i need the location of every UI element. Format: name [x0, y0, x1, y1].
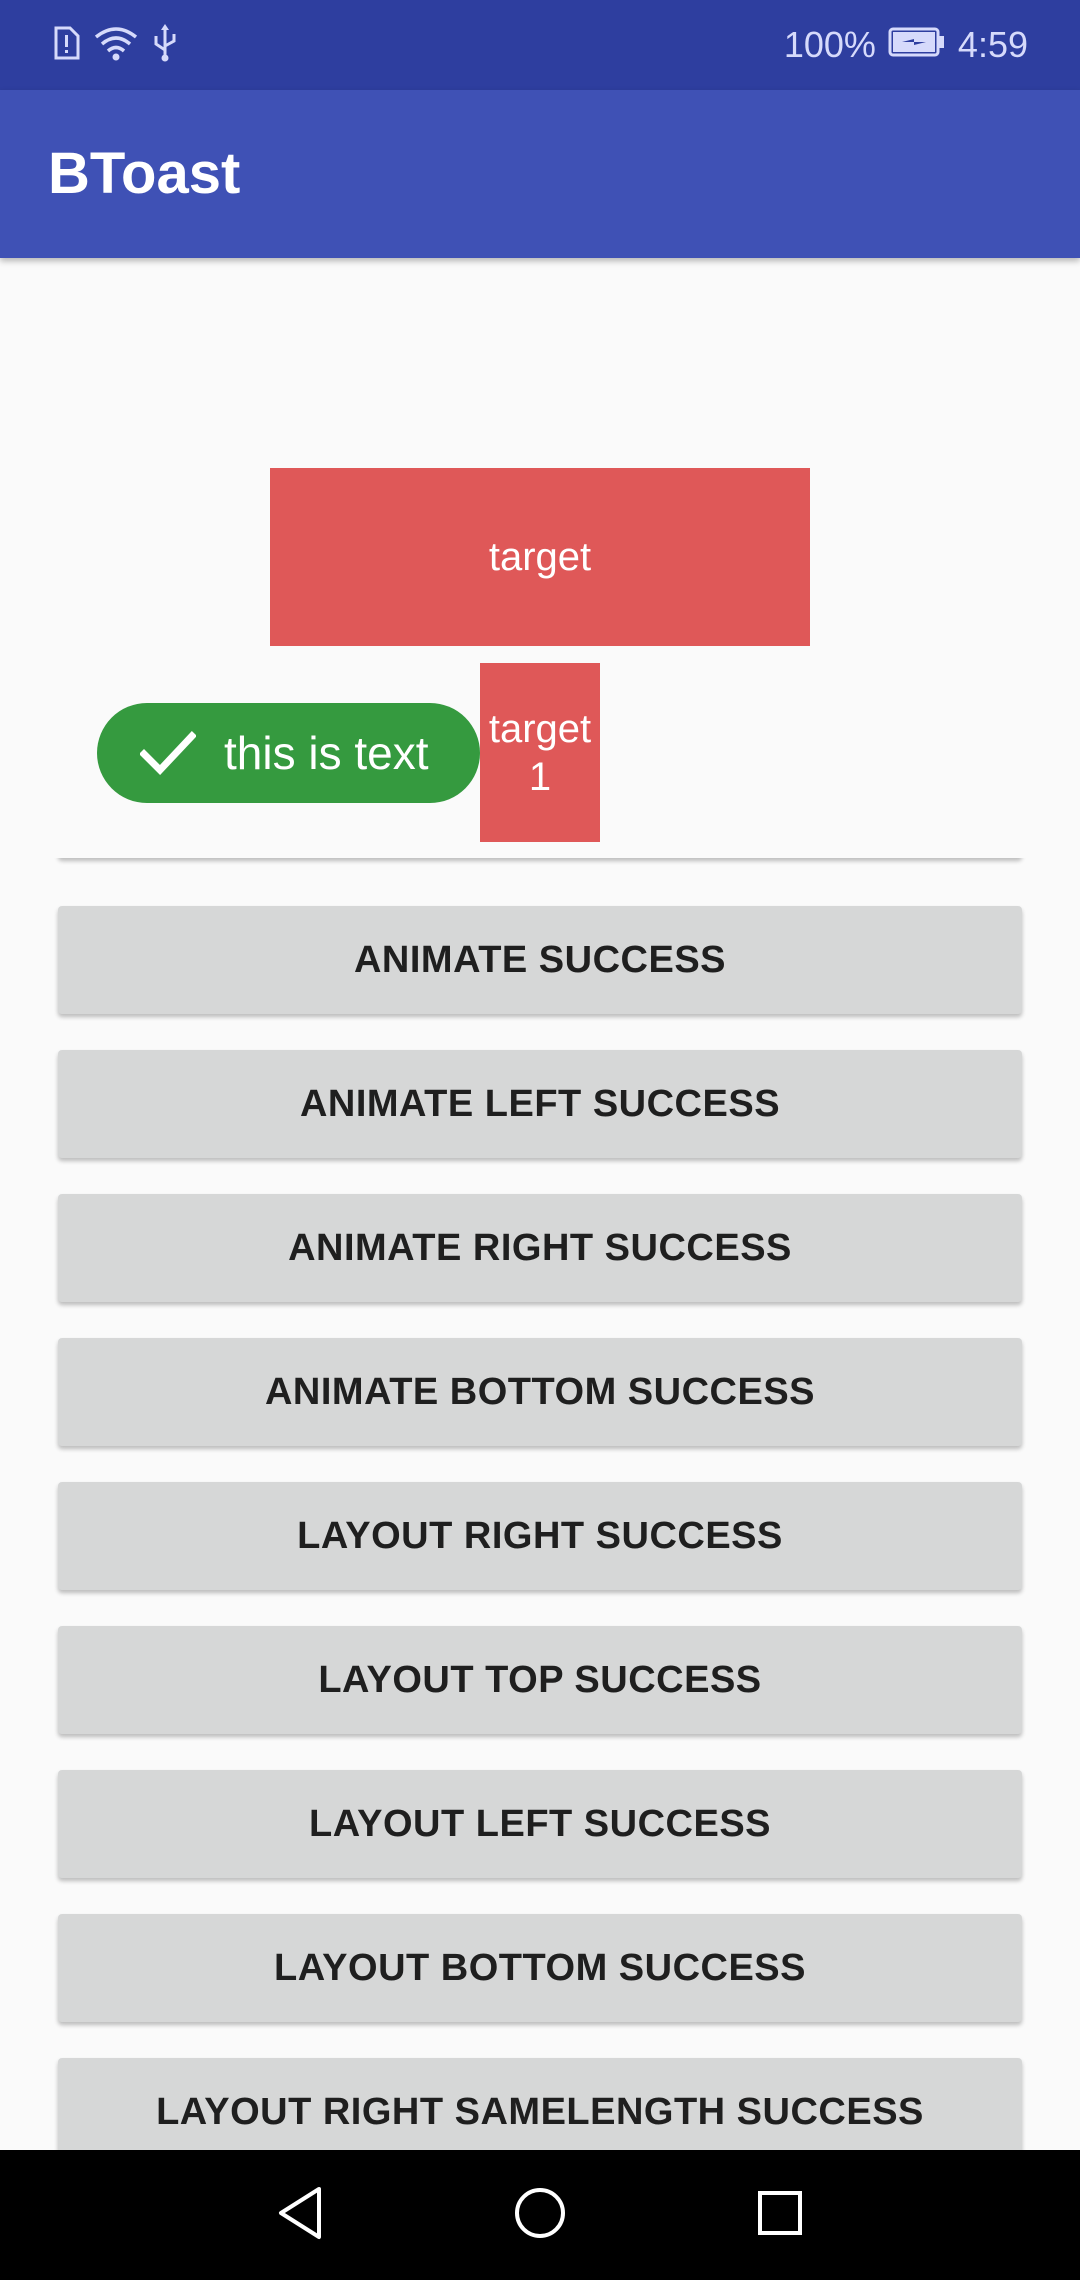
- target-view[interactable]: target: [270, 468, 810, 646]
- success-toast: this is text: [97, 703, 480, 803]
- status-time: 4:59: [957, 24, 1028, 65]
- recents-button[interactable]: [715, 2150, 845, 2280]
- animate-right-success-button[interactable]: ANIMATE RIGHT SUCCESS: [58, 1194, 1022, 1302]
- target-label: target: [488, 534, 592, 579]
- battery-charging-icon: [888, 24, 946, 66]
- app-title: BToast: [48, 141, 241, 206]
- target-1-label-line1: target: [488, 706, 592, 751]
- wifi-icon: [94, 25, 138, 66]
- layout-right-samelength-success-button[interactable]: LAYOUT RIGHT SAMELENGTH SUCCESS: [58, 2058, 1022, 2150]
- layout-bottom-success-button[interactable]: LAYOUT BOTTOM SUCCESS: [58, 1914, 1022, 2022]
- target-1-label-line2: 1: [528, 754, 552, 799]
- usb-icon: [152, 23, 178, 67]
- recents-icon: [756, 2189, 804, 2242]
- layout-left-success-button[interactable]: LAYOUT LEFT SUCCESS: [58, 1770, 1022, 1878]
- button-list[interactable]: ANIMATE SUCCESS ANIMATE LEFT SUCCESS ANI…: [0, 858, 1080, 2150]
- sim-alert-icon: [52, 26, 80, 65]
- back-button[interactable]: [235, 2150, 365, 2280]
- status-icons-left: [52, 22, 178, 68]
- battery-percent: 100%: [783, 24, 876, 65]
- layout-top-success-button[interactable]: LAYOUT TOP SUCCESS: [58, 1626, 1022, 1734]
- animate-success-button[interactable]: ANIMATE SUCCESS: [58, 906, 1022, 1014]
- back-icon: [275, 2185, 325, 2246]
- status-bar: 100% 4:59: [0, 0, 1080, 90]
- toast-text: this is text: [224, 727, 429, 779]
- navigation-bar: [0, 2150, 1080, 2280]
- animate-bottom-success-button[interactable]: ANIMATE BOTTOM SUCCESS: [58, 1338, 1022, 1446]
- target-1-label: target 1: [489, 705, 591, 801]
- animate-left-success-button[interactable]: ANIMATE LEFT SUCCESS: [58, 1050, 1022, 1158]
- layout-right-success-button[interactable]: LAYOUT RIGHT SUCCESS: [58, 1482, 1022, 1590]
- status-icons-right: 100% 4:59: [784, 22, 1028, 68]
- target-view-1[interactable]: target 1: [480, 663, 600, 842]
- check-icon: [140, 725, 196, 781]
- home-icon: [513, 2186, 567, 2245]
- app-bar: BToast: [0, 90, 1080, 258]
- home-button[interactable]: [475, 2150, 605, 2280]
